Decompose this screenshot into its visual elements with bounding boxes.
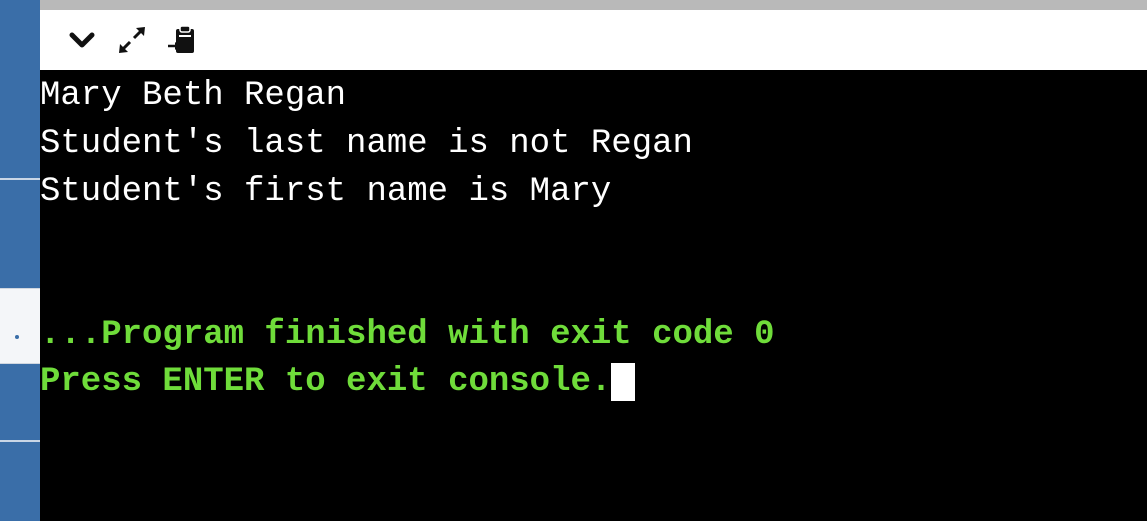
chevron-down-icon: [69, 32, 95, 48]
output-line: Student's last name is not Regan: [40, 125, 693, 163]
output-line: Mary Beth Regan: [40, 77, 347, 115]
expand-button[interactable]: [112, 20, 152, 60]
paste-input-button[interactable]: [162, 20, 202, 60]
app-window: Mary Beth Regan Student's last name is n…: [0, 0, 1147, 521]
text-cursor: [611, 363, 636, 401]
console-output[interactable]: Mary Beth Regan Student's last name is n…: [40, 70, 1147, 521]
gutter-panel-bottom: [0, 442, 40, 521]
editor-gutter: [0, 0, 40, 521]
exit-prompt-line: Press ENTER to exit console.: [40, 362, 636, 402]
expand-icon: [119, 27, 145, 53]
gutter-gap: [0, 288, 40, 364]
output-line: Student's first name is Mary: [40, 173, 612, 211]
gutter-panel-top: [0, 0, 40, 180]
top-border: [40, 0, 1147, 10]
collapse-button[interactable]: [62, 20, 102, 60]
clipboard-paste-icon: [168, 25, 194, 53]
exit-prompt: Press ENTER to exit console.: [40, 363, 612, 401]
console-toolbar: [40, 10, 1147, 70]
gutter-marker: [15, 335, 19, 339]
gutter-panel-lower: [0, 364, 40, 440]
exit-message: ...Program finished with exit code 0: [40, 316, 775, 354]
gutter-panel-mid: [0, 180, 40, 288]
